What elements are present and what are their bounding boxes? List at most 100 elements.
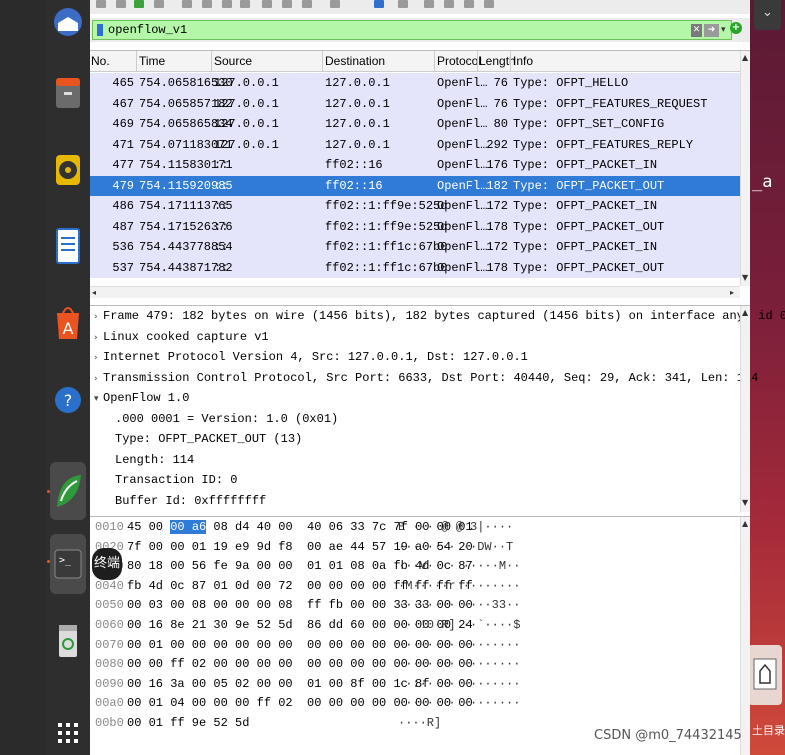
packet-list-vscroll[interactable]: ▲ ▼ <box>740 51 750 286</box>
collapsed-arrow-icon[interactable]: › <box>94 353 98 363</box>
help-icon[interactable]: ? <box>50 380 86 420</box>
files-icon[interactable] <box>50 72 86 112</box>
rhythmbox-icon[interactable] <box>50 150 86 190</box>
cell-destination: ff02::1:ff1c:67b0 <box>325 260 448 275</box>
wireshark-icon[interactable] <box>50 462 86 520</box>
collapsed-arrow-icon[interactable]: › <box>94 333 98 343</box>
detail-line[interactable]: Length: 114 <box>115 453 194 467</box>
byte-offset: 00a0 <box>95 696 124 711</box>
packet-list-hscroll[interactable]: ◂ ▸ <box>90 286 740 298</box>
apply-filter-icon[interactable]: ➜ <box>704 24 719 37</box>
byte-ascii[interactable]: ········ ··DW··T <box>398 540 513 554</box>
byte-ascii[interactable]: ···V···· ·····M·· <box>398 559 520 573</box>
packet-row[interactable]: 471 754.071183071 127.0.0.1 127.0.0.1 OpenFl… <box>90 134 740 155</box>
detail-line[interactable]: Buffer Id: 0xffffffff <box>115 494 266 508</box>
col-source[interactable]: Source <box>214 54 252 68</box>
writer-icon[interactable] <box>50 226 86 266</box>
byte-ascii[interactable]: ········ ········ <box>398 638 520 652</box>
cell-info: Type: OFPT_HELLO <box>513 76 629 90</box>
byte-offset: 00b0 <box>95 716 124 730</box>
col-no[interactable]: No. <box>91 54 110 68</box>
options-icon[interactable] <box>154 0 164 8</box>
desktop-file-icon[interactable] <box>748 645 782 705</box>
cell-length: 172 <box>486 199 508 213</box>
packet-row[interactable]: 467 754.065857182 127.0.0.1 127.0.0.1 OpenFl… <box>90 93 740 114</box>
col-info[interactable]: Info <box>513 54 533 68</box>
detail-line[interactable]: Frame 479: 182 bytes on wire (1456 bits)… <box>103 309 785 323</box>
detail-line[interactable]: Linux cooked capture v1 <box>103 330 269 344</box>
apps-grid-icon[interactable] <box>50 712 86 752</box>
byte-ascii[interactable]: ··:····· ········ <box>398 677 520 691</box>
detail-line[interactable]: Transaction ID: 0 <box>115 473 237 487</box>
resize-columns-icon[interactable] <box>484 0 494 8</box>
trash-icon[interactable] <box>50 620 86 660</box>
collapsed-arrow-icon[interactable]: › <box>94 374 98 384</box>
chevron-down-icon[interactable]: ▾ <box>721 24 729 37</box>
byte-offset: 0050 <box>95 598 124 613</box>
cell-source: :: <box>214 158 229 172</box>
software-icon[interactable]: A <box>50 302 86 342</box>
cell-destination: 127.0.0.1 <box>325 137 390 152</box>
cell-info: Type: OFPT_PACKET_OUT <box>513 219 665 234</box>
byte-ascii[interactable]: ········ ········ <box>398 696 520 710</box>
reload-icon[interactable] <box>240 0 250 8</box>
expanded-arrow-icon[interactable]: ▾ <box>94 394 99 404</box>
terminal-icon[interactable]: >_ <box>50 534 86 594</box>
packet-row[interactable]: 487 754.171526376:: ff02::1:ff9e:525d OpenF… <box>90 216 740 237</box>
detail-line[interactable]: Transmission Control Protocol, Src Port:… <box>103 371 758 385</box>
zoom-reset-icon[interactable] <box>464 0 474 8</box>
col-time[interactable]: Time <box>139 54 165 68</box>
packet-row[interactable]: 536 754.443778854:: ff02::1:ff1c:67b0 OpenF… <box>90 237 740 258</box>
cell-protocol: OpenFl… <box>437 117 488 131</box>
packet-row[interactable]: 486 754.171113765:: ff02::1:ff9e:525d OpenF… <box>90 196 740 217</box>
go-to-icon[interactable] <box>330 0 340 8</box>
byte-ascii[interactable]: ········ ········ <box>398 657 520 671</box>
main-toolbar <box>90 0 750 14</box>
file-save-icon[interactable] <box>202 0 212 8</box>
chevron-down-icon[interactable]: ⌄ <box>754 0 781 30</box>
packet-row[interactable]: 465 754.065816530 127.0.0.1 127.0.0.1 OpenFl… <box>90 73 740 94</box>
byte-ascii[interactable]: ····R] <box>398 716 441 730</box>
byte-ascii[interactable]: ·M·····r ········ <box>398 579 520 593</box>
thunderbird-icon[interactable] <box>50 2 86 42</box>
save-icon[interactable] <box>116 0 126 8</box>
detail-line[interactable]: .000 0001 = Version: 1.0 (0x01) <box>115 412 338 426</box>
add-filter-button-icon[interactable]: + <box>730 22 742 34</box>
open-icon[interactable] <box>96 0 106 8</box>
byte-ascii[interactable]: ········ ····33·· <box>398 598 520 612</box>
zoom-in-icon[interactable] <box>424 0 434 8</box>
details-vscroll[interactable]: ▲ ▼ <box>740 306 750 512</box>
display-filter-input[interactable]: openflow_v1 ✕ ➜ ▾ <box>92 20 732 40</box>
packet-row[interactable]: 537 754.443871782:: ff02::1:ff1c:67b0 OpenF… <box>90 257 740 278</box>
bytes-vscroll[interactable]: ▲ <box>740 517 750 755</box>
restart-icon[interactable] <box>134 0 144 8</box>
byte-hex[interactable]: 00 01 ff 9e 52 5d <box>127 716 249 730</box>
selected-bytes[interactable]: 00 a6 <box>170 520 207 534</box>
find-icon[interactable] <box>262 0 272 8</box>
detail-line[interactable]: Internet Protocol Version 4, Src: 127.0.… <box>103 350 528 364</box>
byte-ascii[interactable]: ···!0·R] ··`····$ <box>398 618 520 632</box>
cell-info: Type: OFPT_SET_CONFIG <box>513 117 665 131</box>
packet-list-header: No. Time Source Destination Protocol Len… <box>90 51 740 72</box>
cell-no: 477 <box>112 158 134 172</box>
packet-row[interactable]: 479 754.115920985:: ff02::16 OpenFl… 182 Type… <box>90 175 740 196</box>
col-protocol[interactable]: Protocol <box>437 54 481 68</box>
forward-icon[interactable] <box>302 0 312 8</box>
packet-row[interactable]: 469 754.065865834 127.0.0.1 127.0.0.1 OpenFl… <box>90 114 740 135</box>
close-file-icon[interactable] <box>222 0 232 8</box>
back-icon[interactable] <box>282 0 292 8</box>
bookmark-icon[interactable] <box>97 24 103 36</box>
svg-text:?: ? <box>64 391 73 410</box>
zoom-out-icon[interactable] <box>444 0 454 8</box>
collapsed-arrow-icon[interactable]: › <box>94 312 98 322</box>
file-open-icon[interactable] <box>182 0 192 8</box>
detail-line[interactable]: Type: OFPT_PACKET_OUT (13) <box>115 432 302 446</box>
detail-line[interactable]: OpenFlow 1.0 <box>103 391 189 405</box>
byte-ascii[interactable]: E ····@ @ 3|···· <box>398 520 513 534</box>
colorize-icon[interactable] <box>398 0 408 8</box>
packet-row[interactable]: 477 754.115830171:: ff02::16 OpenFl… 176 Type… <box>90 155 740 176</box>
cell-length: 178 <box>486 219 508 234</box>
col-destination[interactable]: Destination <box>325 54 385 68</box>
clear-filter-icon[interactable]: ✕ <box>691 24 702 37</box>
autoscroll-icon[interactable] <box>374 0 384 8</box>
